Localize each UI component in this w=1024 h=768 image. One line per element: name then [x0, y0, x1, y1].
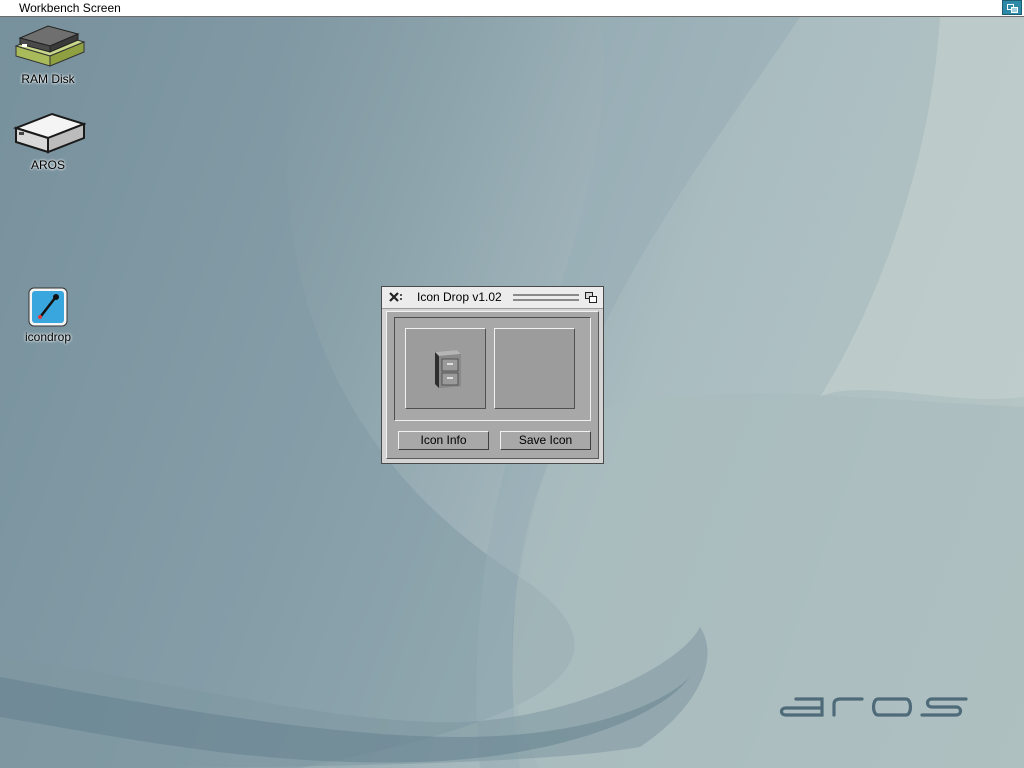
screen-title: Workbench Screen [19, 1, 121, 15]
file-cabinet-icon [435, 350, 461, 388]
aros-logo [779, 697, 968, 717]
target-icon-slot[interactable] [494, 328, 575, 409]
desktop-icon-icondrop[interactable]: icondrop [6, 286, 90, 344]
window-title-bar[interactable]: Icon Drop v1.02 [382, 287, 603, 309]
desktop-icon-aros[interactable]: AROS [6, 110, 90, 172]
screen-title-bar[interactable]: Workbench Screen [0, 0, 1024, 17]
save-icon-button[interactable]: Save Icon [500, 431, 591, 450]
icondrop-app-icon [28, 287, 68, 327]
drag-bar[interactable] [513, 294, 579, 301]
hard-drive-icon [12, 112, 86, 154]
source-icon-slot[interactable] [405, 328, 486, 409]
window-body: Icon Info Save Icon [386, 311, 599, 459]
desktop-icon-label: icondrop [24, 330, 72, 344]
close-icon[interactable] [388, 291, 402, 304]
ram-disk-icon [14, 25, 86, 67]
desktop-icon-label: AROS [30, 158, 65, 172]
icon-info-button[interactable]: Icon Info [398, 431, 489, 450]
desktop-icon-label: RAM Disk [21, 72, 75, 86]
icon-drop-window[interactable]: Icon Drop v1.02 Icon Info Save Icon [381, 286, 604, 464]
window-title: Icon Drop v1.02 [417, 290, 502, 304]
icon-slot-group [394, 317, 591, 421]
desktop-icon-ram-disk[interactable]: RAM Disk [6, 24, 90, 86]
window-depth-icon[interactable] [585, 292, 597, 303]
screen-depth-icon[interactable] [1002, 0, 1022, 15]
